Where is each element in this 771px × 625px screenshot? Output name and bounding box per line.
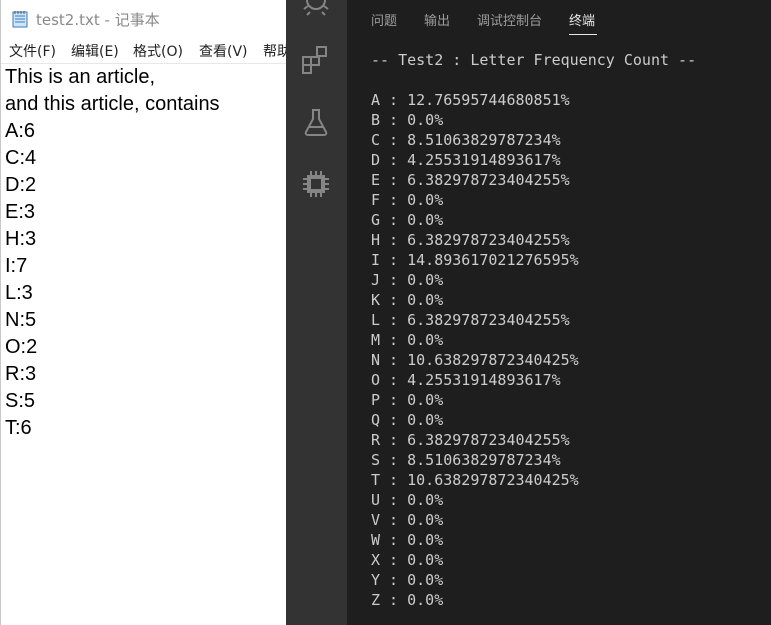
terminal-line: A : 12.76595744680851% bbox=[371, 91, 570, 109]
terminal-line: U : 0.0% bbox=[371, 491, 444, 509]
active-tab-indicator bbox=[569, 34, 597, 35]
terminal-line: W : 0.0% bbox=[371, 531, 444, 549]
notepad-menubar: 文件(F) 编辑(E) 格式(O) 查看(V) 帮助 bbox=[1, 37, 291, 64]
notepad-text-area[interactable]: This is an article, and this article, con… bbox=[5, 64, 285, 442]
terminal-line: K : 0.0% bbox=[371, 291, 444, 309]
text-line: L:3 bbox=[5, 282, 33, 304]
debug-icon[interactable] bbox=[300, 0, 332, 18]
menu-edit[interactable]: 编辑(E) bbox=[71, 41, 119, 61]
menu-format[interactable]: 格式(O) bbox=[133, 41, 183, 61]
terminal-header: -- Test2 : Letter Frequency Count -- bbox=[371, 51, 697, 69]
terminal-line: I : 14.893617021276595% bbox=[371, 251, 579, 269]
terminal-line: S : 8.51063829787234% bbox=[371, 451, 561, 469]
tab-output[interactable]: 输出 bbox=[424, 10, 450, 29]
tab-debug-console[interactable]: 调试控制台 bbox=[477, 10, 542, 29]
text-line: R:3 bbox=[5, 363, 37, 385]
terminal-line: Y : 0.0% bbox=[371, 571, 444, 589]
panel-tabs: 问题 输出 调试控制台 终端 bbox=[347, 0, 771, 40]
extensions-icon[interactable] bbox=[300, 44, 332, 76]
terminal-line: M : 0.0% bbox=[371, 331, 444, 349]
text-line: T:6 bbox=[5, 417, 32, 439]
text-line: C:4 bbox=[5, 147, 37, 169]
text-line: A:6 bbox=[5, 120, 36, 142]
testing-flask-icon[interactable] bbox=[300, 106, 332, 138]
text-line: and this article, contains bbox=[5, 93, 220, 115]
terminal-line: P : 0.0% bbox=[371, 391, 444, 409]
terminal-line: D : 4.25531914893617% bbox=[371, 151, 561, 169]
terminal-line: F : 0.0% bbox=[371, 191, 444, 209]
notepad-window: test2.txt - 记事本 文件(F) 编辑(E) 格式(O) 查看(V) … bbox=[0, 0, 291, 625]
terminal-line: X : 0.0% bbox=[371, 551, 444, 569]
terminal-lines: A : 12.76595744680851% B : 0.0% C : 8.5106… bbox=[371, 90, 579, 610]
terminal-output[interactable]: -- Test2 : Letter Frequency Count -- A :… bbox=[371, 50, 697, 609]
menu-view[interactable]: 查看(V) bbox=[199, 41, 248, 61]
terminal-line: V : 0.0% bbox=[371, 511, 444, 529]
terminal-line: L : 6.382978723404255% bbox=[371, 311, 570, 329]
window-title: test2.txt - 记事本 bbox=[36, 11, 160, 29]
notepad-titlebar[interactable]: test2.txt - 记事本 bbox=[1, 0, 287, 37]
terminal-line: H : 6.382978723404255% bbox=[371, 231, 570, 249]
tab-terminal[interactable]: 终端 bbox=[569, 10, 595, 29]
terminal-line: B : 0.0% bbox=[371, 111, 444, 129]
text-line: I:7 bbox=[5, 255, 28, 277]
notepad-icon bbox=[12, 11, 28, 28]
terminal-line: Z : 0.0% bbox=[371, 591, 444, 609]
vscode-window: 问题 输出 调试控制台 终端 -- Test2 : Letter Frequen… bbox=[286, 0, 771, 625]
terminal-line: Q : 0.0% bbox=[371, 411, 444, 429]
terminal-line: O : 4.25531914893617% bbox=[371, 371, 561, 389]
terminal-line: J : 0.0% bbox=[371, 271, 444, 289]
bottom-panel: 问题 输出 调试控制台 终端 -- Test2 : Letter Frequen… bbox=[347, 0, 771, 625]
terminal-line: C : 8.51063829787234% bbox=[371, 131, 561, 149]
terminal-line: N : 10.638297872340425% bbox=[371, 351, 579, 369]
terminal-line: R : 6.382978723404255% bbox=[371, 431, 570, 449]
tab-problems[interactable]: 问题 bbox=[371, 10, 397, 29]
text-line: O:2 bbox=[5, 336, 38, 358]
text-line: D:2 bbox=[5, 174, 37, 196]
terminal-line: G : 0.0% bbox=[371, 211, 444, 229]
text-line: This is an article, bbox=[5, 66, 156, 88]
text-line: H:3 bbox=[5, 228, 37, 250]
terminal-line: E : 6.382978723404255% bbox=[371, 171, 570, 189]
text-line: E:3 bbox=[5, 201, 36, 223]
activity-bar bbox=[286, 0, 347, 625]
text-line: S:5 bbox=[5, 390, 36, 412]
menu-file[interactable]: 文件(F) bbox=[9, 41, 56, 61]
terminal-line: T : 10.638297872340425% bbox=[371, 471, 579, 489]
chip-icon[interactable] bbox=[300, 168, 332, 200]
text-line: N:5 bbox=[5, 309, 37, 331]
